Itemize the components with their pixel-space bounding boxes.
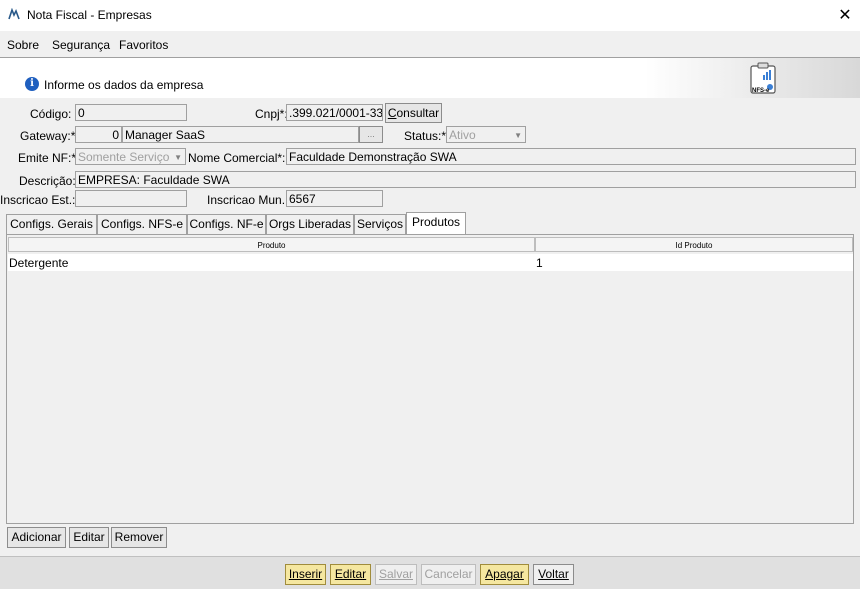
emite-nf-select[interactable]: Somente Serviço ▼ (75, 148, 186, 165)
tab-configs-nfe[interactable]: Configs. NF-e (187, 214, 266, 234)
gateway-name-field[interactable]: Manager SaaS (122, 126, 359, 143)
cell-id-produto: 1 (536, 256, 543, 270)
codigo-field[interactable]: 0 (75, 104, 187, 121)
adicionar-button[interactable]: Adicionar (7, 527, 66, 548)
tab-configs-gerais[interactable]: Configs. Gerais (6, 214, 97, 234)
status-select[interactable]: Ativo ▼ (446, 126, 526, 143)
cnpj-field[interactable]: .399.021/0001-33 (286, 104, 383, 121)
window-title: Nota Fiscal - Empresas (27, 8, 152, 22)
gateway-lookup-button[interactable]: ... (359, 126, 383, 143)
descricao-label: Descrição: (19, 174, 76, 188)
inserir-button[interactable]: Inserir (285, 564, 326, 585)
info-icon: i (25, 77, 39, 91)
salvar-button[interactable]: Salvar (375, 564, 417, 585)
banner-text: Informe os dados da empresa (44, 78, 204, 92)
app-icon (8, 7, 20, 20)
editar-button[interactable]: Editar (330, 564, 371, 585)
gateway-id-field[interactable]: 0 (75, 126, 122, 143)
menu-favoritos[interactable]: Favoritos (119, 38, 168, 52)
codigo-label: Código: (30, 107, 72, 121)
gateway-label: Gateway:* (20, 129, 76, 143)
editar-grid-button[interactable]: Editar (69, 527, 109, 548)
menu-sobre[interactable]: Sobre (7, 38, 39, 52)
nfse-logo-icon: NFS-e (749, 62, 777, 94)
nome-comercial-field[interactable]: Faculdade Demonstração SWA (286, 148, 856, 165)
table-row[interactable]: Detergente 1 (8, 254, 853, 271)
menu-seguranca[interactable]: Segurança (52, 38, 110, 52)
svg-text:NFS-e: NFS-e (752, 88, 770, 94)
cell-produto: Detergente (9, 256, 69, 270)
voltar-button[interactable]: Voltar (533, 564, 574, 585)
action-bar: Inserir Editar Salvar Cancelar Apagar Vo… (0, 556, 860, 589)
inscricao-mun-label: Inscricao Mun.: (207, 193, 289, 207)
chevron-down-icon: ▼ (174, 153, 182, 162)
consultar-button[interactable]: Consultar (385, 103, 442, 123)
tab-produtos[interactable]: Produtos (406, 212, 466, 234)
cancelar-button[interactable]: Cancelar (421, 564, 476, 585)
produtos-grid[interactable]: Produto Id Produto Detergente 1 (8, 236, 853, 523)
nome-comercial-label: Nome Comercial*: (188, 151, 286, 165)
apagar-button[interactable]: Apagar (480, 564, 529, 585)
chevron-down-icon: ▼ (514, 131, 522, 140)
inscricao-mun-field[interactable]: 6567 (286, 190, 383, 207)
cnpj-label: Cnpj*: (255, 107, 288, 121)
inscricao-est-label: Inscricao Est.: (0, 193, 76, 207)
close-button[interactable]: ✕ (830, 0, 860, 31)
inscricao-est-field[interactable] (75, 190, 187, 207)
descricao-field[interactable]: EMPRESA: Faculdade SWA (75, 171, 856, 188)
tab-servicos[interactable]: Serviços (354, 214, 406, 234)
title-bar: Nota Fiscal - Empresas ✕ (0, 0, 860, 31)
info-banner: i Informe os dados da empresa (0, 58, 860, 98)
produtos-panel: Produto Id Produto Detergente 1 (6, 234, 854, 524)
menu-bar: Sobre Segurança Favoritos (0, 31, 860, 58)
status-label: Status:* (404, 129, 447, 143)
emite-nf-label: Emite NF:* (18, 151, 77, 165)
column-header-produto[interactable]: Produto (8, 237, 535, 252)
tab-orgs-liberadas[interactable]: Orgs Liberadas (266, 214, 354, 234)
consultar-label: onsultar (396, 106, 440, 120)
tab-configs-nfse[interactable]: Configs. NFS-e (97, 214, 187, 234)
remover-button[interactable]: Remover (111, 527, 167, 548)
column-header-id-produto[interactable]: Id Produto (535, 237, 853, 252)
